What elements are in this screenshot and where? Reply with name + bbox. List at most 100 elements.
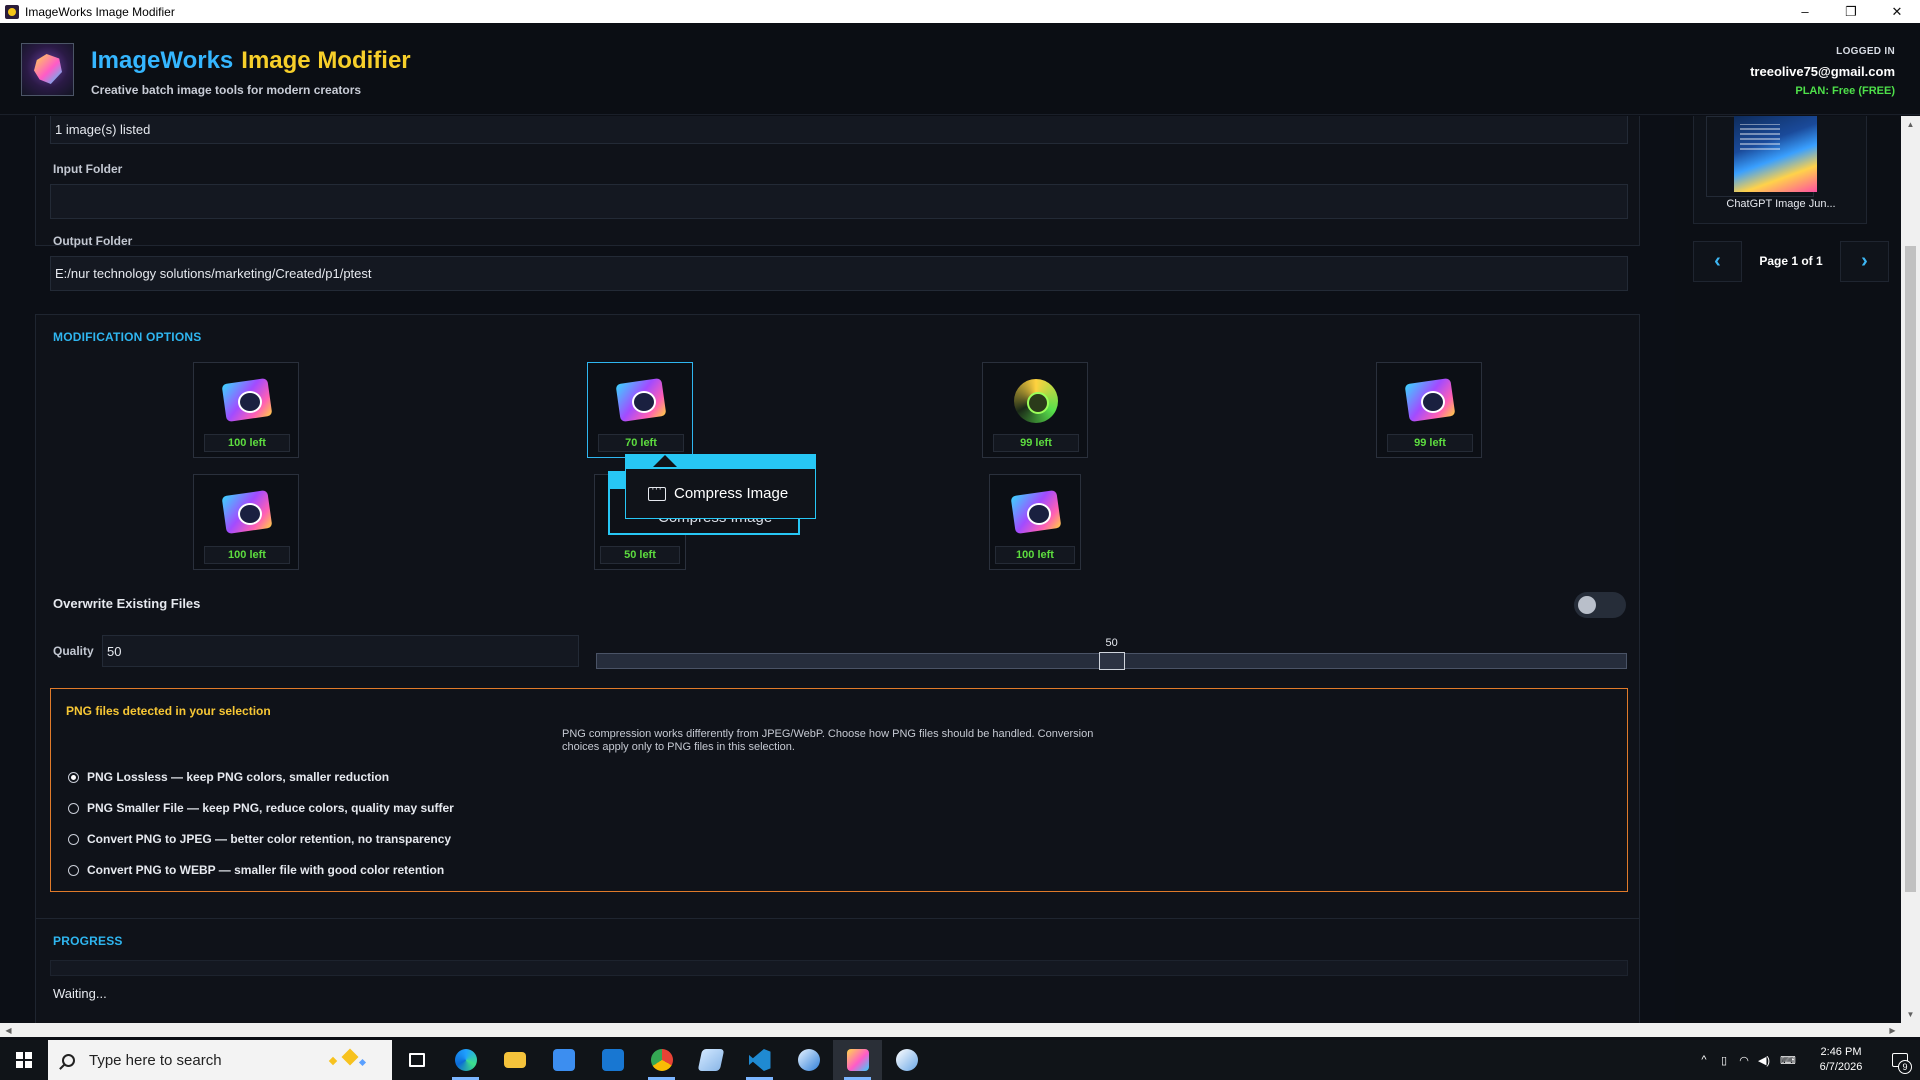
tool-tile-3[interactable]: 99 left — [982, 362, 1088, 458]
tooltip-arrow — [653, 455, 677, 467]
volume-icon[interactable]: ◀) — [1754, 1040, 1774, 1080]
image-tool-icon — [1007, 485, 1065, 543]
restore-button[interactable]: ❐ — [1828, 0, 1874, 23]
logged-in-label: LOGGED IN — [1836, 46, 1895, 57]
progress-title: PROGRESS — [53, 934, 123, 948]
tool-tile-5[interactable]: 100 left — [193, 474, 299, 570]
quality-slider-handle[interactable] — [1098, 652, 1125, 670]
user-email: treeolive75@gmail.com — [1750, 64, 1895, 79]
app-header: ImageWorks Image Modifier Creative batch … — [0, 23, 1920, 115]
notes-icon — [697, 1049, 724, 1071]
app-logo — [21, 43, 74, 96]
scroll-up-arrow-icon[interactable]: ▲ — [1901, 116, 1920, 133]
page-indicator: Page 1 of 1 — [1759, 254, 1823, 268]
user-info: LOGGED IN treeolive75@gmail.com PLAN: Fr… — [1750, 46, 1895, 97]
tool-remaining: 99 left — [1387, 434, 1473, 452]
vscode-button[interactable] — [735, 1040, 784, 1080]
task-view-button[interactable] — [392, 1040, 441, 1080]
comment-icon — [648, 483, 666, 501]
window-title: ImageWorks Image Modifier — [25, 4, 175, 19]
network-icon[interactable]: ◠ — [1734, 1040, 1754, 1080]
paint-app-icon — [895, 1049, 918, 1071]
radio-label: Convert PNG to JPEG — better color reten… — [87, 832, 452, 846]
file-explorer-button[interactable] — [490, 1040, 539, 1080]
window-controls: – ❐ ✕ — [1782, 0, 1920, 23]
edge-button[interactable] — [441, 1040, 490, 1080]
tool-tile-compress[interactable]: 70 left — [587, 362, 693, 458]
png-title: PNG files detected in your selection — [66, 704, 271, 718]
png-option-webp[interactable]: Convert PNG to WEBP — smaller file with … — [68, 863, 444, 877]
radio-label: Convert PNG to WEBP — smaller file with … — [87, 863, 445, 877]
progress-status: Waiting... — [53, 986, 107, 1001]
tooltip-text: Compress Image — [674, 485, 789, 502]
png-option-jpeg[interactable]: Convert PNG to JPEG — better color reten… — [68, 832, 451, 846]
chevron-up-icon[interactable]: ^ — [1694, 1040, 1714, 1080]
output-folder-field[interactable]: E:/nur technology solutions/marketing/Cr… — [50, 256, 1628, 291]
scroll-left-arrow-icon[interactable]: ◀ — [0, 1023, 17, 1037]
tool-tile-7[interactable]: 100 left — [989, 474, 1081, 570]
scroll-down-arrow-icon[interactable]: ▼ — [1901, 1006, 1920, 1023]
brand-title: ImageWorks Image Modifier — [91, 47, 411, 75]
tool-tile-4[interactable]: 99 left — [1376, 362, 1482, 458]
app-button-8[interactable] — [784, 1040, 833, 1080]
overwrite-toggle[interactable] — [1574, 592, 1626, 618]
tool-remaining: 70 left — [598, 434, 684, 452]
progress-bar — [50, 960, 1628, 976]
tool-tile-1[interactable]: 100 left — [193, 362, 299, 458]
radio-button[interactable] — [68, 771, 79, 783]
png-option-lossless[interactable]: PNG Lossless — keep PNG colors, smaller … — [68, 770, 389, 784]
scroll-thumb[interactable] — [1905, 246, 1916, 892]
notification-button[interactable]: 9 — [1880, 1040, 1920, 1080]
radio-button[interactable] — [68, 833, 79, 845]
compress-image-icon — [612, 373, 670, 431]
scroll-right-arrow-icon[interactable]: ▶ — [1884, 1023, 1901, 1037]
window-titlebar: ImageWorks Image Modifier – ❐ ✕ — [0, 0, 1920, 23]
radio-label: PNG Lossless — keep PNG colors, smaller … — [87, 770, 390, 784]
start-button[interactable] — [0, 1040, 48, 1080]
chrome-button[interactable] — [637, 1040, 686, 1080]
gear-badge-icon — [1007, 373, 1065, 431]
slider-value-label: 50 — [1105, 637, 1118, 649]
tool-remaining: 50 left — [600, 546, 680, 564]
device-icon[interactable]: ▯ — [1714, 1040, 1734, 1080]
input-folder-field[interactable] — [50, 184, 1628, 219]
image-thumbnail — [1734, 116, 1817, 192]
horizontal-scrollbar[interactable]: ◀ ▶ — [0, 1023, 1920, 1037]
main-content[interactable]: 1 image(s) listed Input Folder Output Fo… — [0, 116, 1675, 1023]
notification-count: 9 — [1898, 1060, 1912, 1074]
image-thumbnail-card[interactable]: ChatGPT Image Jun... — [1693, 116, 1867, 224]
png-description: PNG compression works differently from J… — [562, 728, 1094, 753]
images-listed-field: 1 image(s) listed — [50, 116, 1628, 144]
close-button[interactable]: ✕ — [1874, 0, 1920, 23]
prev-page-button[interactable]: ‹ — [1693, 241, 1742, 282]
next-page-button[interactable]: › — [1840, 241, 1889, 282]
app-button-10[interactable] — [882, 1040, 931, 1080]
clock-time: 2:46 PM — [1820, 1046, 1862, 1058]
radio-button[interactable] — [68, 864, 79, 876]
keyboard-icon[interactable]: ⌨ — [1774, 1040, 1802, 1080]
store-button[interactable] — [539, 1040, 588, 1080]
notes-button[interactable] — [686, 1040, 735, 1080]
clock-date: 6/7/2026 — [1819, 1061, 1863, 1073]
brand-product: Image Modifier — [241, 47, 411, 74]
system-clock[interactable]: 2:46 PM 6/7/2026 — [1802, 1045, 1880, 1075]
outlook-button[interactable] — [588, 1040, 637, 1080]
input-folder-label: Input Folder — [53, 162, 123, 176]
taskbar-search[interactable]: Type here to search — [48, 1040, 392, 1080]
modification-title: MODIFICATION OPTIONS — [53, 330, 202, 344]
quality-label: Quality — [53, 644, 94, 658]
cloud-app-icon — [797, 1049, 820, 1071]
tooltip: Compress Image — [625, 454, 816, 519]
outlook-icon — [601, 1049, 624, 1071]
tool-remaining: 99 left — [993, 434, 1079, 452]
radio-button[interactable] — [68, 802, 79, 814]
quality-input[interactable]: 50 — [102, 635, 579, 667]
png-option-smaller[interactable]: PNG Smaller File — keep PNG, reduce colo… — [68, 801, 454, 815]
minimize-button[interactable]: – — [1782, 0, 1828, 23]
vertical-scrollbar[interactable]: ▲ ▼ — [1901, 116, 1920, 1023]
output-folder-label: Output Folder — [53, 234, 133, 248]
camera-image-icon — [218, 485, 276, 543]
windows-logo-icon — [16, 1052, 32, 1068]
search-placeholder: Type here to search — [89, 1051, 222, 1069]
imageworks-taskbar-button[interactable] — [833, 1040, 882, 1080]
